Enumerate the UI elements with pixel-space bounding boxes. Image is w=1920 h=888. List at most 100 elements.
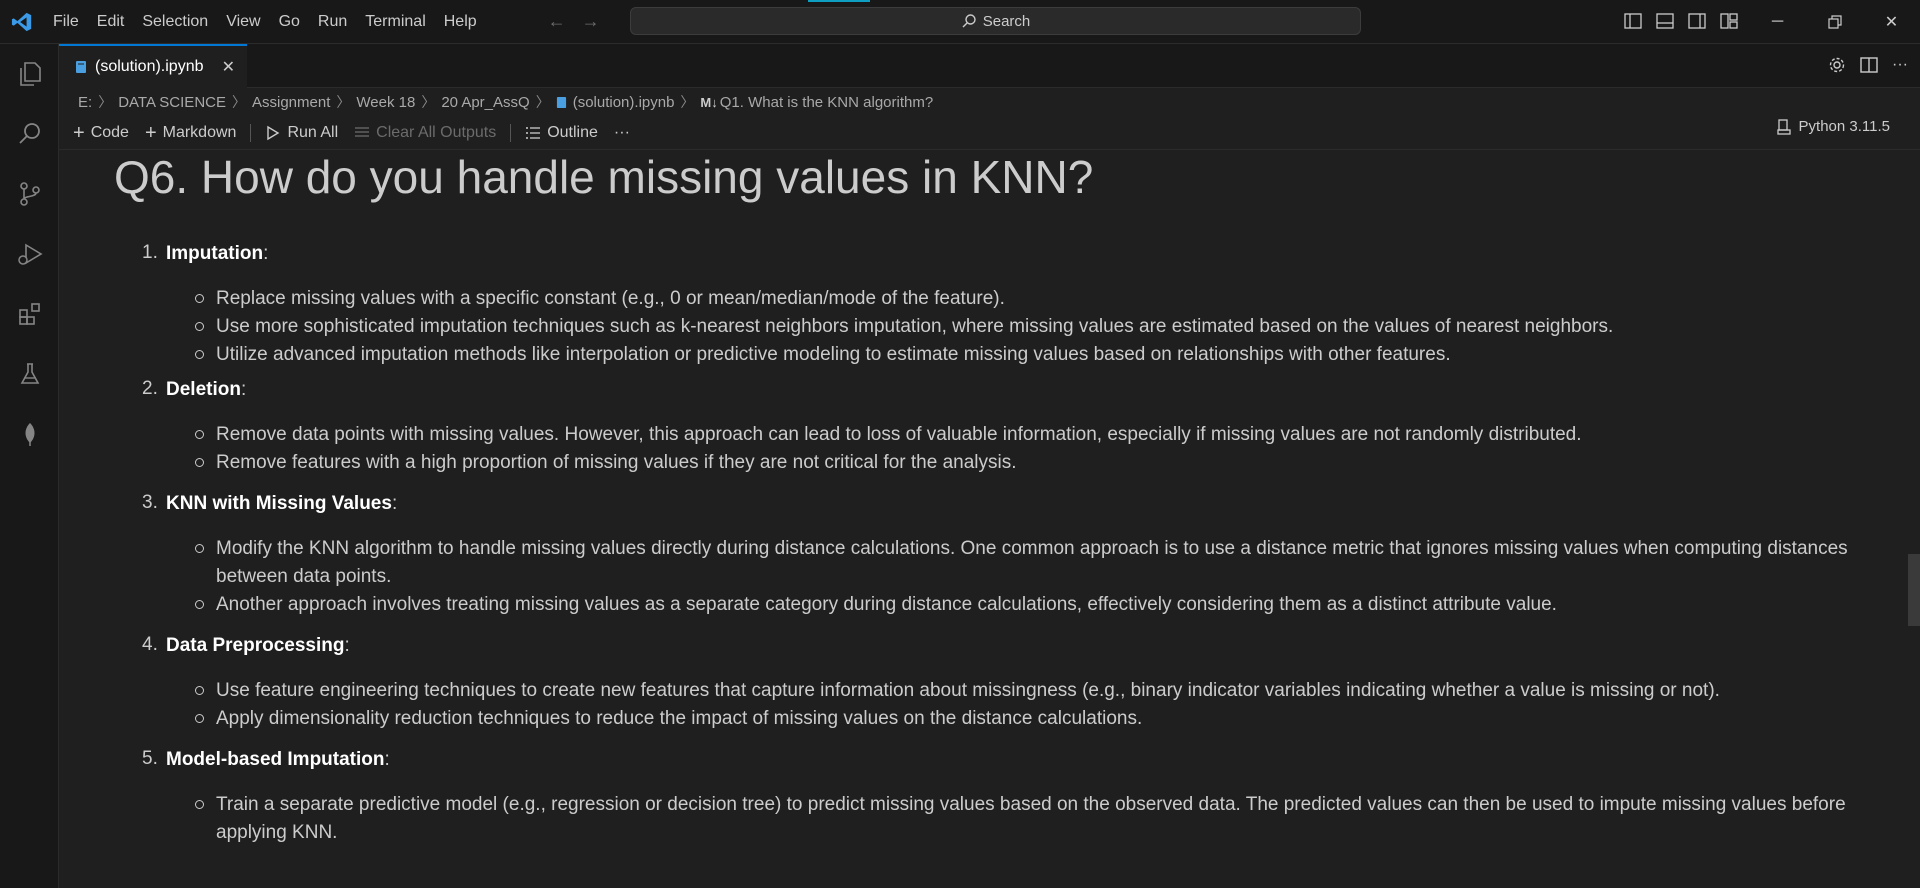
- item-title: Imputation: [166, 243, 264, 264]
- list-item: Apply dimensionality reduction technique…: [142, 705, 1862, 733]
- testing-flask-icon[interactable]: [0, 344, 59, 404]
- list-item: Utilize advanced imputation methods like…: [142, 341, 1862, 369]
- breadcrumb-item[interactable]: Week 18: [356, 94, 415, 111]
- list-item-preprocessing: 4. Data Preprocessing: Use feature engin…: [142, 634, 1920, 733]
- item-heading: KNN with Missing Values:: [166, 493, 398, 514]
- breadcrumb-item[interactable]: (solution).ipynb: [573, 94, 675, 111]
- search-sidebar-icon[interactable]: [0, 104, 59, 164]
- clear-outputs-icon: [355, 127, 370, 137]
- navigation-arrows: ← →: [548, 11, 600, 32]
- split-editor-icon[interactable]: [1860, 56, 1878, 79]
- breadcrumb-item[interactable]: Assignment: [252, 94, 330, 111]
- item-number: 2.: [142, 378, 158, 399]
- list-item: Remove data points with missing values. …: [142, 421, 1862, 449]
- sub-list: Replace missing values with a specific c…: [142, 285, 1920, 369]
- plus-icon: +: [144, 121, 157, 144]
- menu-file[interactable]: File: [44, 0, 88, 44]
- sub-list: Remove data points with missing values. …: [142, 421, 1920, 477]
- menu-view[interactable]: View: [217, 0, 269, 44]
- tab-solution-notebook[interactable]: (solution).ipynb ✕: [59, 44, 247, 88]
- list-item: Another approach involves treating missi…: [142, 591, 1862, 619]
- menu-terminal[interactable]: Terminal: [356, 0, 434, 44]
- editor-actions: ···: [1828, 56, 1908, 79]
- notebook-markdown-cell[interactable]: Q6. How do you handle missing values in …: [59, 150, 1920, 888]
- notebook-toolbar: + Code + Markdown Run All Clear All Outp…: [59, 118, 1920, 148]
- breadcrumb-item[interactable]: E:: [78, 94, 92, 111]
- more-actions-icon[interactable]: ···: [1892, 56, 1908, 79]
- vscode-logo-icon[interactable]: [0, 0, 44, 44]
- explorer-icon[interactable]: [0, 44, 59, 104]
- toggle-primary-sidebar-icon[interactable]: [1622, 10, 1644, 32]
- chevron-right-icon: 〉: [535, 94, 550, 110]
- add-code-cell-button[interactable]: + Code: [59, 122, 137, 145]
- kernel-picker[interactable]: Python 3.11.5: [1776, 118, 1890, 135]
- list-item: Replace missing values with a specific c…: [142, 285, 1862, 313]
- minimize-icon[interactable]: ─: [1749, 0, 1806, 44]
- item-title: KNN with Missing Values: [166, 493, 392, 514]
- outline-button[interactable]: Outline: [517, 124, 606, 142]
- item-heading: Data Preprocessing:: [166, 635, 350, 656]
- extensions-icon[interactable]: [0, 284, 59, 344]
- run-all-button[interactable]: Run All: [257, 124, 346, 142]
- restore-icon[interactable]: [1806, 0, 1863, 44]
- chevron-right-icon: 〉: [680, 94, 695, 110]
- code-label: Code: [90, 124, 129, 141]
- sub-list: Train a separate predictive model (e.g.,…: [142, 791, 1920, 847]
- forward-arrow-icon[interactable]: →: [582, 11, 600, 32]
- item-heading: Model-based Imputation:: [166, 749, 390, 770]
- item-number: 3.: [142, 492, 158, 513]
- item-heading: Imputation:: [166, 243, 269, 264]
- back-arrow-icon[interactable]: ←: [548, 11, 566, 32]
- item-number: 1.: [142, 242, 158, 263]
- run-all-label: Run All: [287, 124, 339, 141]
- list-item-deletion: 2. Deletion: Remove data points with mis…: [142, 378, 1920, 477]
- clear-all-label: Clear All Outputs: [376, 124, 497, 141]
- item-title: Deletion: [166, 379, 241, 400]
- layout-controls: [1622, 10, 1740, 32]
- add-markdown-cell-button[interactable]: + Markdown: [137, 122, 245, 145]
- editor-tab-bar: (solution).ipynb ✕ ···: [59, 44, 1920, 88]
- breadcrumb-item[interactable]: 20 Apr_AssQ: [441, 94, 529, 111]
- more-toolbar-actions-button[interactable]: ···: [606, 124, 638, 142]
- breadcrumb: E: 〉 DATA SCIENCE 〉 Assignment 〉 Week 18 〉 2…: [78, 90, 933, 114]
- activity-bar: [0, 44, 59, 888]
- title-accent-indicator: [808, 0, 870, 2]
- markdown-badge-icon: M↓: [700, 94, 718, 110]
- menu-edit[interactable]: Edit: [88, 0, 134, 44]
- kernel-icon: [1776, 118, 1791, 135]
- breadcrumb-current[interactable]: Q1. What is the KNN algorithm?: [720, 94, 933, 111]
- toggle-secondary-sidebar-icon[interactable]: [1686, 10, 1708, 32]
- window-controls: ─ ✕: [1749, 0, 1920, 44]
- customize-layout-icon[interactable]: [1718, 10, 1740, 32]
- run-debug-icon[interactable]: [0, 224, 59, 284]
- close-window-icon[interactable]: ✕: [1863, 0, 1920, 44]
- search-label: Search: [982, 12, 1031, 30]
- sub-list: Use feature engineering techniques to cr…: [142, 677, 1920, 733]
- breadcrumb-item[interactable]: DATA SCIENCE: [118, 94, 226, 111]
- chevron-right-icon: 〉: [232, 94, 246, 110]
- toggle-panel-icon[interactable]: [1654, 10, 1676, 32]
- item-heading: Deletion:: [166, 379, 247, 400]
- cell-heading: Q6. How do you handle missing values in …: [114, 151, 1094, 203]
- answer-list: 1. Imputation: Replace missing values wi…: [142, 242, 1920, 847]
- command-search-box[interactable]: Search: [630, 7, 1361, 35]
- list-item-model-imputation: 5. Model-based Imputation: Train a separ…: [142, 748, 1920, 847]
- settings-gear-icon[interactable]: [1828, 56, 1846, 79]
- menu-help[interactable]: Help: [435, 0, 486, 44]
- clear-all-outputs-button[interactable]: Clear All Outputs: [346, 124, 504, 142]
- item-title: Data Preprocessing: [166, 635, 345, 656]
- menu-selection[interactable]: Selection: [133, 0, 217, 44]
- list-item-knn-missing: 3. KNN with Missing Values: Modify the K…: [142, 492, 1920, 619]
- list-item-imputation: 1. Imputation: Replace missing values wi…: [142, 242, 1920, 369]
- sub-list: Modify the KNN algorithm to handle missi…: [142, 535, 1920, 619]
- run-all-icon: [267, 125, 280, 141]
- menu-go[interactable]: Go: [270, 0, 309, 44]
- toolbar-divider: [250, 124, 252, 142]
- tab-filename: (solution).ipynb: [95, 58, 204, 75]
- title-bar: File Edit Selection View Go Run Terminal…: [0, 0, 1920, 44]
- close-tab-icon[interactable]: ✕: [222, 57, 235, 77]
- source-control-icon[interactable]: [0, 164, 59, 224]
- vertical-scrollbar-thumb[interactable]: [1908, 554, 1920, 626]
- menu-run[interactable]: Run: [309, 0, 356, 44]
- leaf-extension-icon[interactable]: [0, 404, 59, 464]
